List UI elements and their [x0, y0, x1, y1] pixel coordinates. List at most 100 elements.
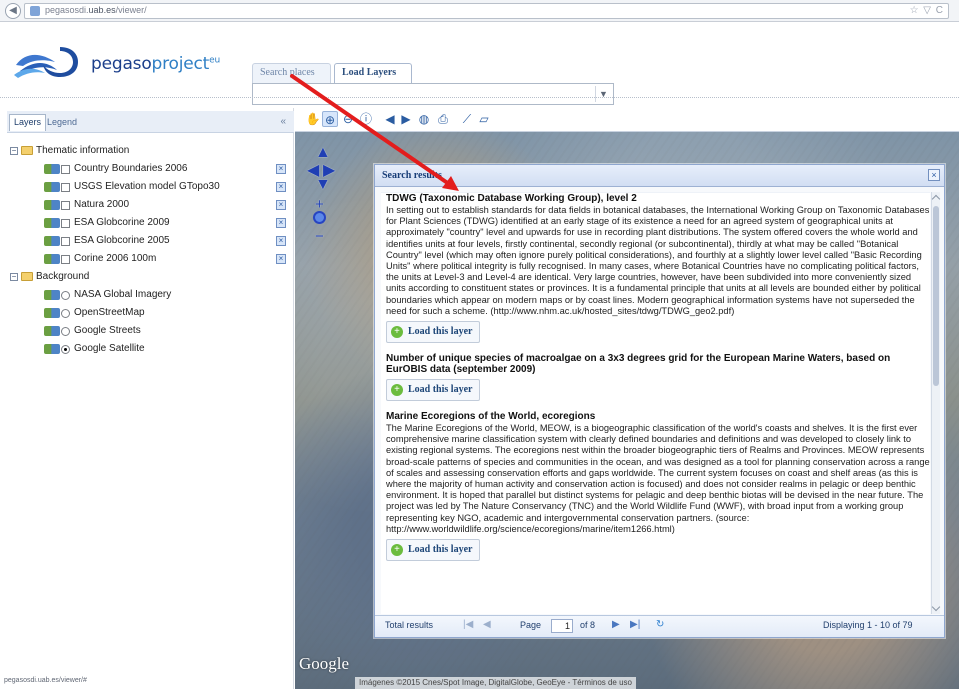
pan-hand-icon[interactable]: ✋: [305, 111, 321, 127]
zoom-in-icon[interactable]: ⊕: [322, 111, 338, 127]
results-list[interactable]: TDWG (Taxonomic Database Working Group),…: [381, 192, 930, 614]
result-description: The Marine Ecoregions of the World, MEOW…: [386, 423, 930, 534]
status-bar: pegasosdi.uab.es/viewer/#: [4, 677, 87, 684]
result-title: Number of unique species of macroalgae o…: [386, 353, 891, 376]
layer-icon: [44, 200, 60, 210]
load-layer-button[interactable]: + Load this layer: [386, 379, 481, 402]
plus-icon: +: [391, 325, 403, 338]
layer-label: Google Satellite: [74, 343, 145, 354]
layer-checkbox[interactable]: [61, 219, 70, 228]
zoom-minus-icon[interactable]: −: [315, 228, 324, 245]
browser-actions[interactable]: ☆ ▽ C: [910, 5, 944, 16]
back-button[interactable]: ◀: [5, 3, 21, 19]
total-results-label: Total results: [385, 620, 434, 630]
layer-label: Country Boundaries 2006: [74, 163, 188, 174]
load-layer-label: Load this layer: [408, 384, 473, 396]
next-icon[interactable]: ▶: [398, 111, 414, 127]
pagination-toolbar: Total results |◀ ◀ Page 1 of 8 ▶ ▶| ↻ Di…: [375, 615, 944, 637]
print-icon[interactable]: ⎙: [435, 111, 451, 127]
previous-page-icon[interactable]: ◀: [483, 619, 491, 630]
layer-icon: [44, 218, 60, 228]
app-header: pegasoprojecteu Search places Load Layer…: [0, 23, 959, 105]
layer-esa-globcorine-2009[interactable]: ESA Globcorine 2009 ×: [10, 214, 290, 232]
folder-icon: [21, 146, 33, 155]
background-radio-selected[interactable]: [61, 345, 70, 354]
layer-checkbox[interactable]: [61, 255, 70, 264]
tree-group-thematic[interactable]: − Thematic information: [10, 142, 290, 160]
map-navigation: ▲ ◀ ▶ ▼ + −: [307, 144, 335, 245]
measure-area-icon[interactable]: ▱: [476, 111, 492, 127]
layer-checkbox[interactable]: [61, 183, 70, 192]
scroll-thumb[interactable]: [933, 206, 939, 386]
map-credits[interactable]: Imágenes ©2015 Cnes/Spot Image, DigitalG…: [355, 677, 637, 689]
info-icon[interactable]: ⓘ: [358, 111, 374, 127]
remove-layer-icon[interactable]: ×: [276, 236, 286, 246]
refresh-icon[interactable]: ↻: [656, 619, 664, 630]
layer-esa-globcorine-2005[interactable]: ESA Globcorine 2005 ×: [10, 232, 290, 250]
load-layer-button[interactable]: + Load this layer: [386, 321, 481, 344]
page-label: Page: [520, 620, 542, 630]
layer-label: ESA Globcorine 2005: [74, 235, 170, 246]
collapse-toggle-icon[interactable]: −: [10, 147, 18, 155]
layers-panel: Layers Legend « − Thematic information C…: [0, 108, 294, 689]
load-layer-label: Load this layer: [408, 544, 473, 556]
remove-layer-icon[interactable]: ×: [276, 182, 286, 192]
remove-layer-icon[interactable]: ×: [276, 254, 286, 264]
result-description: In setting out to establish standards fo…: [386, 205, 930, 316]
layer-natura-2000[interactable]: Natura 2000 ×: [10, 196, 290, 214]
results-scrollbar[interactable]: [931, 192, 941, 614]
tab-legend[interactable]: Legend: [47, 117, 77, 127]
pegaso-logo-icon: [14, 47, 78, 78]
background-google-satellite[interactable]: Google Satellite: [10, 340, 290, 358]
first-page-icon[interactable]: |◀: [463, 619, 473, 630]
close-icon[interactable]: ×: [928, 169, 940, 181]
layer-usgs-elevation[interactable]: USGS Elevation model GTopo30 ×: [10, 178, 290, 196]
background-radio[interactable]: [61, 309, 70, 318]
scroll-down-icon[interactable]: [931, 602, 941, 612]
remove-layer-icon[interactable]: ×: [276, 164, 286, 174]
layer-icon: [44, 164, 60, 174]
layer-country-boundaries[interactable]: Country Boundaries 2006 ×: [10, 160, 290, 178]
map-toolbar: ✋ ⊕ ⊖ ⓘ ◀ ▶ ◍ ⎙ ⟋ ▱: [295, 108, 959, 132]
plus-icon: +: [391, 383, 403, 396]
layer-checkbox[interactable]: [61, 237, 70, 246]
layer-corine-2006[interactable]: Corine 2006 100m ×: [10, 250, 290, 268]
collapse-toggle-icon[interactable]: −: [10, 273, 18, 281]
tab-search-places[interactable]: Search places: [252, 63, 331, 83]
previous-icon[interactable]: ◀: [382, 111, 398, 127]
layer-icon: [44, 290, 60, 300]
plus-icon: +: [391, 543, 403, 556]
result-title: Marine Ecoregions of the World, ecoregio…: [386, 411, 596, 423]
pan-down-icon[interactable]: ▼: [315, 176, 331, 194]
remove-layer-icon[interactable]: ×: [276, 218, 286, 228]
scroll-up-icon[interactable]: [931, 194, 941, 204]
background-radio[interactable]: [61, 291, 70, 300]
background-radio[interactable]: [61, 327, 70, 336]
layer-checkbox[interactable]: [61, 165, 70, 174]
displaying-label: Displaying 1 - 10 of 79: [823, 620, 913, 630]
layer-label: NASA Global Imagery: [74, 289, 172, 300]
layer-icon: [44, 236, 60, 246]
list-item: Number of unique species of macroalgae o…: [381, 353, 930, 402]
tab-layers[interactable]: Layers: [9, 114, 46, 131]
load-layer-button[interactable]: + Load this layer: [386, 539, 481, 562]
layer-checkbox[interactable]: [61, 201, 70, 210]
layers-panel-tabs: Layers Legend «: [7, 111, 294, 133]
layer-icon: [44, 326, 60, 336]
measure-distance-icon[interactable]: ⟋: [459, 111, 475, 127]
background-openstreetmap[interactable]: OpenStreetMap: [10, 304, 290, 322]
background-nasa[interactable]: NASA Global Imagery: [10, 286, 290, 304]
zoom-extent-icon[interactable]: ◍: [416, 111, 432, 127]
list-item: Marine Ecoregions of the World, ecoregio…: [381, 411, 930, 562]
background-google-streets[interactable]: Google Streets: [10, 322, 290, 340]
address-bar[interactable]: pegasosdi.uab.es/viewer/ ☆ ▽ C: [24, 3, 949, 19]
remove-layer-icon[interactable]: ×: [276, 200, 286, 210]
zoom-out-icon[interactable]: ⊖: [340, 111, 356, 127]
world-icon[interactable]: [313, 211, 326, 224]
last-page-icon[interactable]: ▶|: [630, 619, 640, 630]
page-number-input[interactable]: 1: [551, 619, 573, 633]
collapse-panel-button[interactable]: «: [280, 116, 286, 127]
tree-group-background[interactable]: − Background: [10, 268, 290, 286]
tab-load-layers[interactable]: Load Layers: [334, 63, 412, 83]
next-page-icon[interactable]: ▶: [612, 619, 620, 630]
